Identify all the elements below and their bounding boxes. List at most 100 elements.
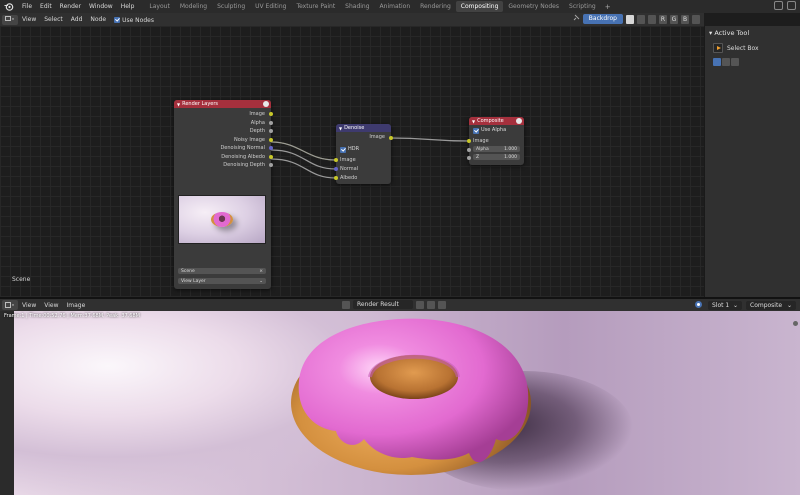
denoise-input-albedo-socket[interactable]: [334, 176, 338, 180]
menu-help[interactable]: Help: [117, 0, 139, 13]
donut-render: [291, 318, 531, 475]
render-layers-node[interactable]: ▼ Render Layers Image Alpha Depth Noisy …: [174, 100, 273, 289]
channel-r-button[interactable]: R: [659, 14, 667, 24]
add-workspace-button[interactable]: +: [601, 3, 615, 11]
composite-input-z-socket[interactable]: [467, 156, 471, 160]
z-field[interactable]: Z 1.000: [473, 154, 520, 160]
output-image-socket[interactable]: [269, 112, 273, 116]
menu-view[interactable]: View: [40, 302, 62, 309]
mode-subtract-icon[interactable]: [731, 58, 739, 66]
menu-select[interactable]: Select: [40, 16, 67, 23]
tab-shading[interactable]: Shading: [340, 1, 374, 12]
blender-logo-icon[interactable]: [3, 2, 14, 11]
view-layer-selector[interactable]: View Layer ⌄: [178, 278, 266, 284]
node-preview-icon[interactable]: [263, 101, 269, 107]
menu-file[interactable]: File: [18, 0, 36, 13]
denoise-input-image-socket[interactable]: [334, 158, 338, 162]
output-denoising-normal-socket[interactable]: [269, 146, 273, 150]
composite-input-alpha-socket[interactable]: [467, 148, 471, 152]
view-layer-icon[interactable]: [787, 1, 796, 10]
output-alpha-socket[interactable]: [269, 121, 273, 125]
denoise-output-label: Image: [369, 134, 385, 140]
scene-selector[interactable]: Scene ×: [178, 268, 266, 274]
fake-user-icon[interactable]: [416, 300, 424, 309]
image-name-field[interactable]: Render Result: [353, 300, 413, 309]
denoise-output-socket[interactable]: [389, 136, 393, 140]
menu-node[interactable]: Node: [86, 16, 110, 23]
channel-color-icon[interactable]: [626, 14, 634, 24]
composite-header[interactable]: ▼ Composite: [469, 117, 524, 125]
denoise-header[interactable]: ▼ Denoise: [336, 124, 391, 132]
select-box-icon: [713, 43, 723, 53]
tab-uv-editing[interactable]: UV Editing: [250, 1, 291, 12]
node-canvas[interactable]: ▼ Render Layers Image Alpha Depth Noisy …: [0, 26, 704, 297]
menu-edit[interactable]: Edit: [36, 0, 56, 13]
render-frame-info: Frame:1 | Time:00:52.76 | Mem:37.68M, Pe…: [4, 313, 140, 319]
backdrop-button[interactable]: Backdrop: [582, 14, 623, 24]
mode-new-icon[interactable]: [713, 58, 721, 66]
editor-type-icon[interactable]: [2, 14, 18, 25]
collapse-icon[interactable]: ▼: [177, 102, 180, 107]
collapse-icon[interactable]: ▼: [339, 126, 342, 131]
render-layers-header[interactable]: ▼ Render Layers: [174, 100, 271, 108]
render-layers-title: Render Layers: [182, 101, 219, 107]
output-denoising-albedo-socket[interactable]: [269, 155, 273, 159]
close-icon[interactable]: ×: [259, 269, 263, 274]
menu-view[interactable]: View: [18, 16, 40, 23]
tab-sculpting[interactable]: Sculpting: [212, 1, 250, 12]
z-label: Z: [476, 154, 480, 160]
menu-image[interactable]: Image: [63, 302, 90, 309]
alpha-value: 1.000: [504, 146, 517, 152]
channel-extra-icon[interactable]: [692, 14, 700, 24]
denoise-input-normal-socket[interactable]: [334, 167, 338, 171]
output-image-label: Image: [249, 111, 265, 117]
output-denoising-depth-socket[interactable]: [269, 163, 273, 167]
sidebar-toggle-icon[interactable]: [793, 321, 798, 326]
collapse-icon[interactable]: ▼: [472, 119, 475, 124]
tab-animation[interactable]: Animation: [375, 1, 416, 12]
view-mode-dropdown[interactable]: View: [18, 302, 40, 309]
tab-rendering[interactable]: Rendering: [415, 1, 456, 12]
denoise-node[interactable]: ▼ Denoise Image HDR Image Normal Albedo: [334, 124, 393, 184]
tab-layout[interactable]: Layout: [144, 1, 174, 12]
display-mode-icon[interactable]: [694, 300, 704, 311]
output-noisy-image-socket[interactable]: [269, 138, 273, 142]
slot-selector[interactable]: Slot 1 ⌄: [708, 301, 742, 310]
menu-window[interactable]: Window: [85, 0, 117, 13]
image-viewer[interactable]: Frame:1 | Time:00:52.76 | Mem:37.68M, Pe…: [0, 311, 800, 495]
menu-render[interactable]: Render: [56, 0, 85, 13]
active-tool-label: Active Tool: [714, 29, 750, 37]
editor-type-icon[interactable]: [2, 300, 18, 310]
pin-icon[interactable]: [572, 14, 580, 24]
active-tool-title[interactable]: ▾ Active Tool: [705, 26, 800, 40]
composite-input-image-socket[interactable]: [467, 139, 471, 143]
channel-image-icon[interactable]: [648, 14, 656, 24]
denoise-title: Denoise: [344, 125, 365, 131]
open-image-icon[interactable]: [438, 300, 446, 309]
mode-extend-icon[interactable]: [722, 58, 730, 66]
tab-modeling[interactable]: Modeling: [175, 1, 212, 12]
tab-compositing[interactable]: Compositing: [455, 1, 504, 12]
composite-node[interactable]: ▼ Composite Use Alpha Image Alpha 1.000 …: [467, 117, 524, 165]
hdr-checkbox[interactable]: HDR: [340, 146, 359, 153]
slot-value: Slot 1: [712, 302, 730, 309]
select-box-tool[interactable]: Select Box: [713, 43, 800, 53]
layer-selector[interactable]: Composite ⌄: [746, 301, 796, 310]
use-alpha-checkbox[interactable]: Use Alpha: [473, 127, 506, 134]
alpha-field[interactable]: Alpha 1.000: [473, 146, 520, 152]
node-editor-header: View Select Add Node Use Nodes Backdrop …: [0, 13, 704, 26]
node-preview-icon[interactable]: [516, 118, 522, 124]
scene-icon[interactable]: [774, 1, 783, 10]
tab-texture-paint[interactable]: Texture Paint: [291, 1, 340, 12]
output-depth-socket[interactable]: [269, 129, 273, 133]
new-image-icon[interactable]: [427, 300, 435, 309]
channel-b-button[interactable]: B: [681, 14, 689, 24]
channel-g-button[interactable]: G: [670, 14, 678, 24]
tab-geometry-nodes[interactable]: Geometry Nodes: [503, 1, 564, 12]
image-browse-icon[interactable]: [342, 300, 350, 309]
channel-alpha-icon[interactable]: [637, 14, 645, 24]
menu-add[interactable]: Add: [67, 16, 87, 23]
tab-scripting[interactable]: Scripting: [564, 1, 601, 12]
selection-modes: [713, 58, 800, 66]
use-nodes-toggle[interactable]: Use Nodes: [110, 16, 158, 24]
